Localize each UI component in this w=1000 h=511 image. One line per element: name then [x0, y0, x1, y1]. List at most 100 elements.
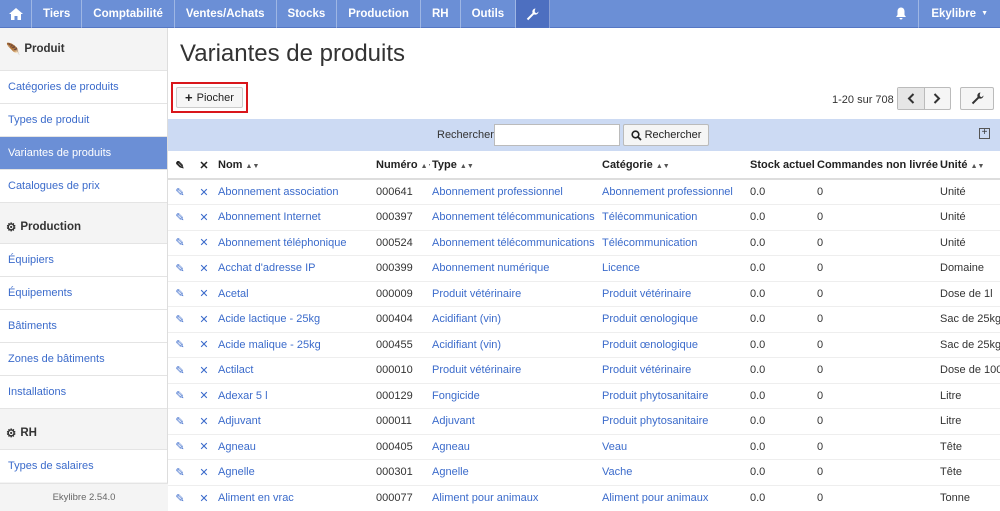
edit-pencil-icon[interactable]: ✎	[168, 459, 192, 485]
sidebar-item-catalogues-de-prix[interactable]: Catalogues de prix	[0, 169, 167, 202]
cell-categorie[interactable]: Abonnement professionnel	[600, 178, 748, 205]
cell-categorie[interactable]: Vache	[600, 459, 748, 485]
cell-nom[interactable]: Acide malique - 25kg	[216, 331, 374, 358]
column-nom[interactable]: Nom ▲▼	[216, 152, 374, 180]
edit-pencil-icon[interactable]: ✎	[168, 178, 192, 205]
edit-pencil-icon[interactable]: ✎	[168, 204, 192, 230]
cell-categorie[interactable]: Aliment pour animaux	[600, 484, 748, 511]
cell-nom[interactable]: Acchat d'adresse IP	[216, 255, 374, 281]
cell-nom[interactable]: Adjuvant	[216, 408, 374, 434]
chevron-left-icon[interactable]	[898, 88, 925, 109]
edit-pencil-icon[interactable]: ✎	[168, 331, 192, 358]
column-type[interactable]: Type ▲▼	[430, 152, 600, 180]
search-button[interactable]: Rechercher	[623, 124, 709, 146]
sidebar-section-title: Production	[20, 220, 82, 233]
nav-stocks[interactable]: Stocks	[277, 0, 338, 28]
search-input[interactable]	[494, 124, 620, 146]
cell-nom[interactable]: Aliment en vrac	[216, 484, 374, 511]
delete-icon[interactable]: ✕	[192, 408, 216, 434]
edit-pencil-icon[interactable]: ✎	[168, 229, 192, 256]
edit-pencil-icon[interactable]: ✎	[168, 357, 192, 383]
cell-type[interactable]: Abonnement professionnel	[430, 178, 600, 205]
sidebar-item-variantes-de-produits[interactable]: Variantes de produits	[0, 136, 167, 169]
cell-categorie[interactable]: Télécommunication	[600, 204, 748, 230]
delete-icon[interactable]: ✕	[192, 229, 216, 256]
nav-ventes-achats[interactable]: Ventes/Achats	[175, 0, 277, 28]
cell-nom[interactable]: Abonnement Internet	[216, 204, 374, 230]
delete-icon[interactable]: ✕	[192, 280, 216, 307]
nav-comptabilite[interactable]: Comptabilité	[82, 0, 175, 28]
cell-type[interactable]: Abonnement numérique	[430, 255, 600, 281]
cell-type[interactable]: Produit vétérinaire	[430, 357, 600, 383]
cell-type[interactable]: Abonnement télécommunications	[430, 204, 600, 230]
sidebar-item-categories-de-produits[interactable]: Catégories de produits	[0, 70, 167, 103]
cell-stock: 0.0	[748, 255, 815, 281]
delete-icon[interactable]: ✕	[192, 382, 216, 409]
cell-nom[interactable]: Acetal	[216, 280, 374, 307]
cell-nom[interactable]: Agnelle	[216, 459, 374, 485]
cell-categorie[interactable]: Produit phytosanitaire	[600, 408, 748, 434]
edit-pencil-icon[interactable]: ✎	[168, 433, 192, 460]
sidebar-item-batiments[interactable]: Bâtiments	[0, 309, 167, 342]
sidebar-item-installations[interactable]: Installations	[0, 375, 167, 408]
edit-pencil-icon[interactable]: ✎	[168, 408, 192, 434]
edit-pencil-icon[interactable]: ✎	[168, 306, 192, 332]
cell-categorie[interactable]: Licence	[600, 255, 748, 281]
pick-button[interactable]: + Piocher	[176, 87, 243, 108]
cell-categorie[interactable]: Produit œnologique	[600, 331, 748, 358]
cell-type[interactable]: Agneau	[430, 433, 600, 460]
delete-icon[interactable]: ✕	[192, 433, 216, 460]
cell-nom[interactable]: Agneau	[216, 433, 374, 460]
sidebar-item-zones-de-batiments[interactable]: Zones de bâtiments	[0, 342, 167, 375]
cell-type[interactable]: Produit vétérinaire	[430, 280, 600, 307]
cell-nom[interactable]: Acide lactique - 25kg	[216, 306, 374, 332]
nav-rh[interactable]: RH	[421, 0, 461, 28]
sidebar-item-equipements[interactable]: Équipements	[0, 276, 167, 309]
cell-type[interactable]: Aliment pour animaux	[430, 484, 600, 511]
edit-pencil-icon[interactable]: ✎	[168, 382, 192, 409]
nav-outils[interactable]: Outils	[461, 0, 517, 28]
cell-type[interactable]: Adjuvant	[430, 408, 600, 434]
sidebar-item-types-de-salaires[interactable]: Types de salaires	[0, 449, 167, 482]
delete-icon[interactable]: ✕	[192, 204, 216, 230]
delete-icon[interactable]: ✕	[192, 484, 216, 511]
column-numero[interactable]: Numéro ▲▼	[374, 152, 430, 180]
cell-type[interactable]: Fongicide	[430, 382, 600, 409]
cell-type[interactable]: Agnelle	[430, 459, 600, 485]
column-categorie[interactable]: Catégorie ▲▼	[600, 152, 748, 180]
delete-icon[interactable]: ✕	[192, 357, 216, 383]
delete-icon[interactable]: ✕	[192, 459, 216, 485]
nav-production[interactable]: Production	[337, 0, 421, 28]
cell-nom[interactable]: Abonnement téléphonique	[216, 229, 374, 256]
edit-pencil-icon[interactable]: ✎	[168, 280, 192, 307]
sidebar-item-types-de-produit[interactable]: Types de produit	[0, 103, 167, 136]
cell-type[interactable]: Acidifiant (vin)	[430, 306, 600, 332]
expand-search-icon[interactable]: +	[979, 128, 990, 139]
cell-categorie[interactable]: Produit œnologique	[600, 306, 748, 332]
cell-type[interactable]: Abonnement télécommunications	[430, 229, 600, 256]
cell-categorie[interactable]: Produit vétérinaire	[600, 357, 748, 383]
user-menu[interactable]: Ekylibre ▼	[919, 8, 1000, 20]
cell-categorie[interactable]: Veau	[600, 433, 748, 460]
cell-categorie[interactable]: Produit vétérinaire	[600, 280, 748, 307]
cell-categorie[interactable]: Télécommunication	[600, 229, 748, 256]
cell-categorie[interactable]: Produit phytosanitaire	[600, 382, 748, 409]
cell-nom[interactable]: Adexar 5 l	[216, 382, 374, 409]
table-settings-button[interactable]	[960, 87, 994, 110]
home-icon[interactable]	[0, 0, 32, 28]
delete-icon[interactable]: ✕	[192, 255, 216, 281]
wrench-icon[interactable]	[516, 0, 551, 28]
delete-icon[interactable]: ✕	[192, 306, 216, 332]
nav-tiers[interactable]: Tiers	[32, 0, 83, 28]
delete-icon[interactable]: ✕	[192, 178, 216, 205]
bell-icon[interactable]	[883, 0, 920, 28]
chevron-right-icon[interactable]	[925, 88, 951, 109]
delete-icon[interactable]: ✕	[192, 331, 216, 358]
cell-nom[interactable]: Actilact	[216, 357, 374, 383]
cell-type[interactable]: Acidifiant (vin)	[430, 331, 600, 358]
column-unite[interactable]: Unité ▲▼	[938, 152, 1000, 180]
sidebar-item-equipiers[interactable]: Équipiers	[0, 243, 167, 276]
edit-pencil-icon[interactable]: ✎	[168, 484, 192, 511]
cell-nom[interactable]: Abonnement association	[216, 178, 374, 205]
edit-pencil-icon[interactable]: ✎	[168, 255, 192, 281]
